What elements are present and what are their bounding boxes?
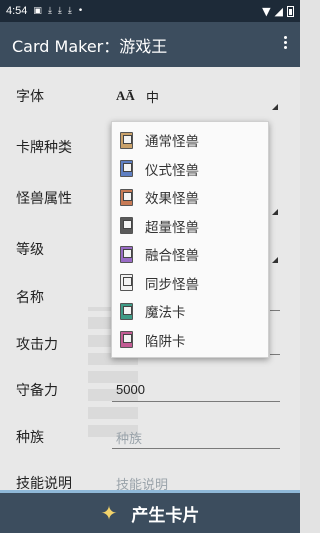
dropdown-item-xyz-monster[interactable]: 超量怪兽 xyxy=(112,212,268,241)
card-type-dropdown-menu: 通常怪兽 仪式怪兽 效果怪兽 超量怪兽 融合怪兽 同步怪兽 魔法卡 陷阱卡 xyxy=(111,121,269,358)
level-label: 等级 xyxy=(16,242,44,258)
app-title: Card Maker：游戏王 xyxy=(12,36,168,56)
dropdown-item-effect-monster[interactable]: 效果怪兽 xyxy=(112,183,268,212)
card-ritual-icon xyxy=(120,160,133,178)
dropdown-item-normal-monster[interactable]: 通常怪兽 xyxy=(112,126,268,155)
card-fusion-icon xyxy=(120,245,133,263)
clock: 4:54 xyxy=(6,5,28,17)
download-icon: ⤓ xyxy=(47,6,52,16)
race-field-underline xyxy=(112,448,280,449)
defense-input[interactable]: 5000 xyxy=(116,382,145,397)
dropdown-item-label: 超量怪兽 xyxy=(145,219,199,236)
dropdown-item-fusion-monster[interactable]: 融合怪兽 xyxy=(112,240,268,269)
status-bar: 4:54 ▣ ⤓ ⤓ ⤓ • ▼ ◢ xyxy=(0,0,300,22)
dropdown-item-label: 效果怪兽 xyxy=(145,191,199,208)
status-right-icons: ▼ ◢ xyxy=(262,5,294,18)
dropdown-item-trap-card[interactable]: 陷阱卡 xyxy=(112,326,268,355)
font-label: 字体 xyxy=(16,89,44,105)
name-field-underline xyxy=(270,310,280,311)
generate-card-button[interactable]: ✦ 产生卡片 xyxy=(0,490,300,533)
defense-field-underline xyxy=(112,401,280,402)
signal-icon: ◢ xyxy=(274,4,283,18)
dropdown-item-spell-card[interactable]: 魔法卡 xyxy=(112,297,268,326)
attribute-dropdown-arrow-icon[interactable] xyxy=(272,209,278,215)
dropdown-item-ritual-monster[interactable]: 仪式怪兽 xyxy=(112,155,268,184)
attack-field-underline xyxy=(270,354,280,355)
race-label: 种族 xyxy=(16,430,44,446)
dropdown-item-label: 同步怪兽 xyxy=(145,276,199,293)
card-type-label: 卡牌种类 xyxy=(16,140,72,156)
generate-card-label: 产生卡片 xyxy=(131,505,200,526)
app-bar: Card Maker：游戏王 xyxy=(0,22,300,67)
attack-label: 攻击力 xyxy=(16,337,58,353)
card-effect-icon xyxy=(120,188,133,206)
font-dropdown-arrow-icon[interactable] xyxy=(272,104,278,110)
card-spell-icon xyxy=(120,302,133,320)
card-synchro-icon xyxy=(120,274,133,292)
dropdown-item-label: 魔法卡 xyxy=(145,305,186,322)
dropdown-item-synchro-monster[interactable]: 同步怪兽 xyxy=(112,269,268,298)
card-normal-icon xyxy=(120,131,133,149)
dropdown-item-label: 融合怪兽 xyxy=(145,248,199,265)
card-trap-icon xyxy=(120,331,133,349)
level-dropdown-arrow-icon[interactable] xyxy=(272,257,278,263)
race-input[interactable]: 种族 xyxy=(116,428,142,447)
font-size-icon: AĀ xyxy=(116,88,135,103)
attribute-label: 怪兽属性 xyxy=(16,191,72,207)
overflow-menu-icon[interactable] xyxy=(284,36,287,49)
font-value[interactable]: 中 xyxy=(146,87,159,106)
dropdown-item-label: 仪式怪兽 xyxy=(145,162,199,179)
image-icon: ▣ xyxy=(33,6,42,16)
dropdown-item-label: 陷阱卡 xyxy=(145,333,186,350)
wifi-icon: ▼ xyxy=(262,4,271,18)
battery-icon xyxy=(287,5,294,17)
magic-wand-icon: ✦ xyxy=(100,501,118,525)
card-xyz-icon xyxy=(120,217,133,235)
dot-icon: • xyxy=(77,6,84,16)
download-icon: ⤓ xyxy=(67,6,72,16)
name-label: 名称 xyxy=(16,290,44,306)
download-icon: ⤓ xyxy=(57,6,62,16)
dropdown-item-label: 通常怪兽 xyxy=(145,134,199,151)
defense-label: 守备力 xyxy=(16,383,58,399)
